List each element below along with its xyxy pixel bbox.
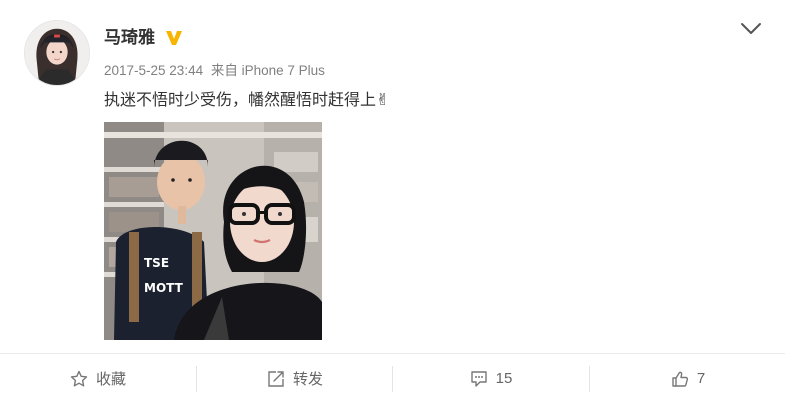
thumbs-up-icon bbox=[672, 371, 688, 387]
action-bar: 收藏 转发 15 7 bbox=[0, 354, 785, 403]
svg-text:MOTT: MOTT bbox=[144, 281, 184, 295]
victory-hand-emoji: ✌ bbox=[376, 92, 390, 109]
post-text-content: 执迷不悟时少受伤，幡然醒悟时赶得上 bbox=[104, 92, 377, 109]
chevron-down-icon[interactable] bbox=[739, 20, 763, 38]
favorite-button[interactable]: 收藏 bbox=[0, 354, 196, 403]
username[interactable]: 马琦雅 bbox=[104, 26, 155, 50]
comment-icon bbox=[470, 370, 487, 387]
avatar[interactable] bbox=[24, 20, 90, 86]
verified-v-icon bbox=[165, 29, 183, 47]
comment-count: 15 bbox=[495, 370, 513, 387]
favorite-label: 收藏 bbox=[95, 371, 126, 388]
svg-text:TSE: TSE bbox=[144, 256, 169, 270]
post-text: 执迷不悟时少受伤，幡然醒悟时赶得上✌ bbox=[104, 89, 389, 113]
like-count: 7 bbox=[696, 370, 706, 387]
star-icon bbox=[70, 370, 88, 386]
post-image[interactable]: TSE MOTT bbox=[104, 122, 322, 340]
like-button[interactable]: 7 bbox=[590, 354, 785, 403]
post-source[interactable]: 来自 iPhone 7 Plus bbox=[211, 63, 325, 78]
post-meta: 2017-5-25 23:44 来自 iPhone 7 Plus bbox=[104, 61, 325, 81]
post-timestamp[interactable]: 2017-5-25 23:44 bbox=[104, 63, 203, 78]
selfie-photo: TSE MOTT bbox=[104, 122, 322, 340]
repost-label: 转发 bbox=[292, 371, 323, 388]
avatar-image bbox=[25, 21, 89, 85]
repost-button[interactable]: 转发 bbox=[197, 354, 393, 403]
comment-button[interactable]: 15 bbox=[393, 354, 589, 403]
share-icon bbox=[268, 370, 284, 387]
weibo-post-card: 马琦雅 2017-5-25 23:44 来自 iPhone 7 Plus 执迷不… bbox=[0, 0, 785, 403]
